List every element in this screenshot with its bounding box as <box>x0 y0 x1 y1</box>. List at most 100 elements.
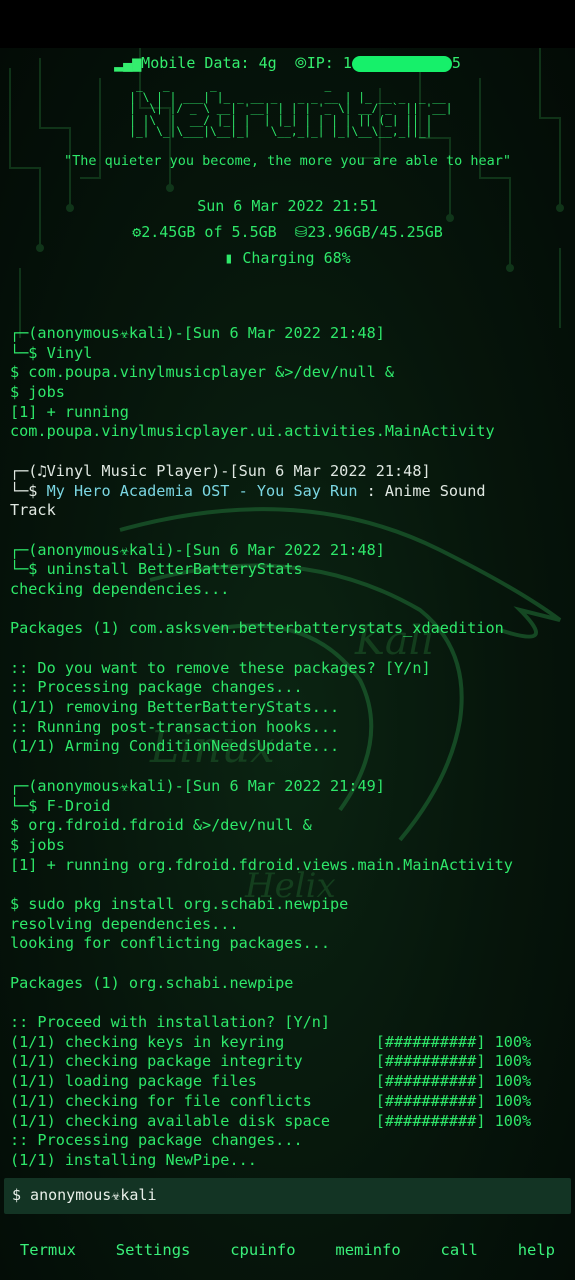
terminal-line-text: Track <box>10 501 56 520</box>
terminal-line-text: :: Running post-transaction hooks... <box>10 717 340 736</box>
ascii-line: _ _ _ _ <box>122 79 446 92</box>
terminal-line: $ jobs <box>10 383 570 403</box>
terminal-line-text: └─$ Vinyl <box>10 343 93 362</box>
terminal-line: :: Processing package changes... <box>10 1131 570 1151</box>
terminal-line: $ sudo pkg install org.schabi.newpipe <box>10 895 570 915</box>
disk-usage: 23.96GB/45.25GB <box>307 223 443 241</box>
header: ▂▄▆Mobile Data: 4g ⦾IP: 1 5 _ _ _ _ | \ |… <box>0 52 575 267</box>
terminal-line-text: $ com.poupa.vinylmusicplayer &>/dev/null… <box>10 363 395 382</box>
status-line: ▂▄▆Mobile Data: 4g ⦾IP: 1 5 <box>0 54 575 72</box>
terminal-line-text: └─$ <box>10 481 47 500</box>
terminal-line-text: (1/1) loading package files [##########]… <box>10 1072 532 1091</box>
key-call[interactable]: call <box>441 1241 478 1259</box>
terminal-line: com.poupa.vinylmusicplayer.ui.activities… <box>10 422 570 442</box>
key-meminfo[interactable]: meminfo <box>335 1241 400 1259</box>
terminal-line: :: Proceed with installation? [Y/n] <box>10 1013 570 1033</box>
signal-icon: ▂▄▆ <box>114 54 142 72</box>
terminal-line-text: :: Do you want to remove these packages?… <box>10 658 431 677</box>
terminal-line: resolving dependencies... <box>10 915 570 935</box>
terminal-line-text: Packages (1) com.asksven.betterbatteryst… <box>10 619 504 638</box>
terminal-line: $ com.poupa.vinylmusicplayer &>/dev/null… <box>10 363 570 383</box>
terminal-line-text: (1/1) checking for file conflicts [#####… <box>10 1091 532 1110</box>
terminal-line: (1/1) installing NewPipe... <box>10 1151 570 1171</box>
terminal-line: $ jobs <box>10 836 570 856</box>
terminal-line: :: Do you want to remove these packages?… <box>10 659 570 679</box>
terminal-line-text: ┌─(♫Vinyl Music Player)-[Sun 6 Mar 2022 … <box>10 461 431 480</box>
terminal-line: Packages (1) com.asksven.betterbatteryst… <box>10 619 570 639</box>
terminal-line-text: (1/1) removing BetterBatteryStats... <box>10 698 340 717</box>
terminal-line-text: (1/1) checking keys in keyring [########… <box>10 1032 532 1051</box>
terminal-line: └─$ My Hero Academia OST - You Say Run :… <box>10 482 570 502</box>
terminal-output[interactable]: ┌─(anonymous☣kali)-[Sun 6 Mar 2022 21:48… <box>10 324 570 1171</box>
terminal-line: Track <box>10 501 570 521</box>
terminal-line: (1/1) checking for file conflicts [#####… <box>10 1092 570 1112</box>
cpu-chip-icon: ⚙ <box>132 223 142 241</box>
terminal-line: ┌─(anonymous☣kali)-[Sun 6 Mar 2022 21:49… <box>10 777 570 797</box>
ascii-banner: _ _ _ _ | \ | | ___| |_ _ __ _ _ _ __ | … <box>122 80 452 138</box>
terminal-line-text: (1/1) Arming ConditionNeedsUpdate... <box>10 737 340 756</box>
now-playing-song: My Hero Academia OST - You Say Run <box>46 481 358 500</box>
terminal-line: ┌─(anonymous☣kali)-[Sun 6 Mar 2022 21:48… <box>10 324 570 344</box>
ip-tail: 5 <box>451 54 461 72</box>
terminal-line-text: checking dependencies... <box>10 579 230 598</box>
terminal-line-text: Packages (1) org.schabi.newpipe <box>10 973 294 992</box>
extra-keys-bar: Termux Settings cpuinfo meminfo call hel… <box>0 1236 575 1264</box>
terminal-line: [1] + running <box>10 403 570 423</box>
terminal-line: (1/1) checking available disk space [###… <box>10 1112 570 1132</box>
terminal-line-text: looking for conflicting packages... <box>10 934 331 953</box>
terminal-line: └─$ uninstall BetterBatteryStats <box>10 560 570 580</box>
terminal-line: (1/1) checking package integrity [######… <box>10 1052 570 1072</box>
terminal-line: (1/1) loading package files [##########]… <box>10 1072 570 1092</box>
terminal-line: (1/1) removing BetterBatteryStats... <box>10 698 570 718</box>
terminal-line: └─$ F-Droid <box>10 797 570 817</box>
key-help[interactable]: help <box>518 1241 555 1259</box>
terminal-line-text: $ jobs <box>10 383 65 402</box>
terminal-line: checking dependencies... <box>10 580 570 600</box>
datetime: Sun 6 Mar 2022 21:51 <box>197 197 378 215</box>
terminal-line-text: $ sudo pkg install org.schabi.newpipe <box>10 894 349 913</box>
terminal-line: ┌─(♫Vinyl Music Player)-[Sun 6 Mar 2022 … <box>10 462 570 482</box>
terminal-line-text: [1] + running org.fdroid.fdroid.views.ma… <box>10 855 513 874</box>
ascii-line: | \| |/ _ \ __| '__| | | | '_ \| __/ _` … <box>122 102 453 115</box>
terminal-line-text: :: Processing package changes... <box>10 1131 303 1150</box>
command-input[interactable]: $ anonymous☣kali <box>4 1178 571 1214</box>
terminal-line-text: (1/1) checking package integrity [######… <box>10 1052 532 1071</box>
key-termux[interactable]: Termux <box>20 1241 76 1259</box>
terminal-line-text: ┌─(anonymous☣kali)-[Sun 6 Mar 2022 21:48… <box>10 324 385 342</box>
terminal-line: $ org.fdroid.fdroid &>/dev/null & <box>10 816 570 836</box>
terminal-line-text: :: Proceed with installation? [Y/n] <box>10 1013 331 1032</box>
ip-label: IP: 1 <box>306 54 352 72</box>
terminal-line: └─$ Vinyl <box>10 344 570 364</box>
memory-line: ⚙2.45GB of 5.5GB ⛁23.96GB/45.25GB <box>0 223 575 241</box>
terminal-line: (1/1) checking keys in keyring [########… <box>10 1033 570 1053</box>
ascii-line: |_| \_|\___|\__|_| \__,_|_| |_|\__\__,_|… <box>122 125 453 138</box>
terminal-line-text: ┌─(anonymous☣kali)-[Sun 6 Mar 2022 21:49… <box>10 776 385 795</box>
terminal-line-text: $ jobs <box>10 835 65 854</box>
terminal-line-text: $ org.fdroid.fdroid &>/dev/null & <box>10 816 312 835</box>
battery-icon: ▮ <box>224 249 234 267</box>
key-settings[interactable]: Settings <box>116 1241 191 1259</box>
hotspot-icon: ⦾ <box>294 54 307 72</box>
terminal-line: looking for conflicting packages... <box>10 934 570 954</box>
terminal-line-text: (1/1) installing NewPipe... <box>10 1150 257 1169</box>
terminal-line: ┌─(anonymous☣kali)-[Sun 6 Mar 2022 21:48… <box>10 541 570 561</box>
terminal-line: (1/1) Arming ConditionNeedsUpdate... <box>10 737 570 757</box>
charging-line: ▮ Charging 68% <box>0 249 575 267</box>
terminal-line-text: :: Processing package changes... <box>10 678 303 697</box>
ip-redaction <box>351 55 452 72</box>
status-bar-area <box>0 0 575 48</box>
terminal-line-text: [1] + running <box>10 402 129 421</box>
charging-status: Charging 68% <box>242 249 351 267</box>
terminal-line-text: com.poupa.vinylmusicplayer.ui.activities… <box>10 422 495 441</box>
terminal-line-text: ┌─(anonymous☣kali)-[Sun 6 Mar 2022 21:48… <box>10 540 385 559</box>
terminal-line-text: resolving dependencies... <box>10 914 239 933</box>
prompt-text: $ anonymous☣kali <box>12 1186 157 1204</box>
key-cpuinfo[interactable]: cpuinfo <box>230 1241 295 1259</box>
